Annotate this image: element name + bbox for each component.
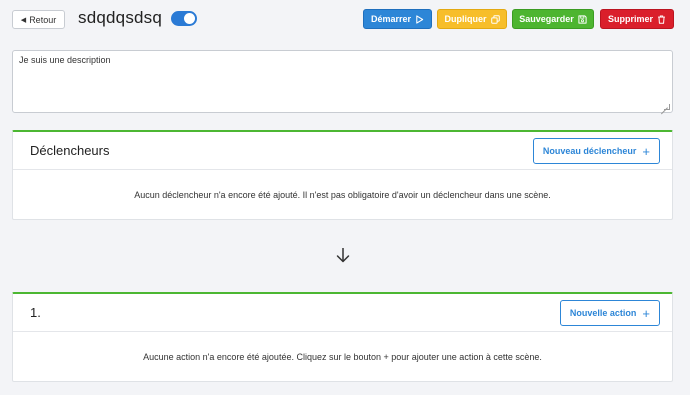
plus-icon: + [642,143,650,159]
trash-icon [658,14,665,24]
play-icon [416,14,424,24]
start-button-label: Démarrer [370,14,412,24]
delete-button[interactable]: Supprimer [600,9,674,29]
actions-panel-header: 1. Nouvelle action + [13,294,672,332]
delete-button-label: Supprimer [607,14,653,24]
triggers-title: Déclencheurs [30,143,110,158]
start-button[interactable]: Démarrer [363,9,432,29]
scene-toolbar: ◀ Retour sdqdqsdsq Démarrer Dupliquer Sa… [12,8,674,29]
caret-left-icon: ◀ [20,16,27,24]
resize-handle-icon[interactable] [664,104,670,110]
duplicate-button-label: Dupliquer [444,14,487,24]
scene-active-toggle[interactable] [171,11,197,26]
plus-icon: + [642,305,650,321]
arrow-down-icon [336,248,350,263]
new-action-button[interactable]: Nouvelle action + [559,300,660,326]
actions-panel: 1. Nouvelle action + Aucune action n'a e… [12,292,673,382]
scene-name: sdqdqsdsq [78,8,163,27]
new-trigger-label: Nouveau déclencheur [542,146,637,156]
floppy-disk-icon [578,14,587,24]
copy-icon [490,14,500,24]
triggers-panel: Déclencheurs Nouveau déclencheur + Aucun… [12,130,673,220]
new-action-label: Nouvelle action [569,308,637,318]
back-button-label: Retour [29,14,57,25]
description-textarea[interactable]: Je suis une description [12,50,673,113]
duplicate-button[interactable]: Dupliquer [437,9,507,29]
triggers-empty-state: Aucun déclencheur n'a encore été ajouté.… [13,170,672,219]
action-group-number: 1. [30,305,41,320]
save-button-label: Sauvegarder [519,14,574,24]
actions-empty-state: Aucune action n'a encore été ajoutée. Cl… [13,332,672,381]
triggers-panel-header: Déclencheurs Nouveau déclencheur + [13,132,672,170]
new-trigger-button[interactable]: Nouveau déclencheur + [532,138,660,164]
actions-empty-text: Aucune action n'a encore été ajoutée. Cl… [143,351,542,362]
save-button[interactable]: Sauvegarder [512,9,594,29]
back-button[interactable]: ◀ Retour [12,10,65,29]
triggers-empty-text: Aucun déclencheur n'a encore été ajouté.… [134,189,551,200]
toggle-knob [184,13,195,24]
description-text: Je suis une description [19,55,111,65]
